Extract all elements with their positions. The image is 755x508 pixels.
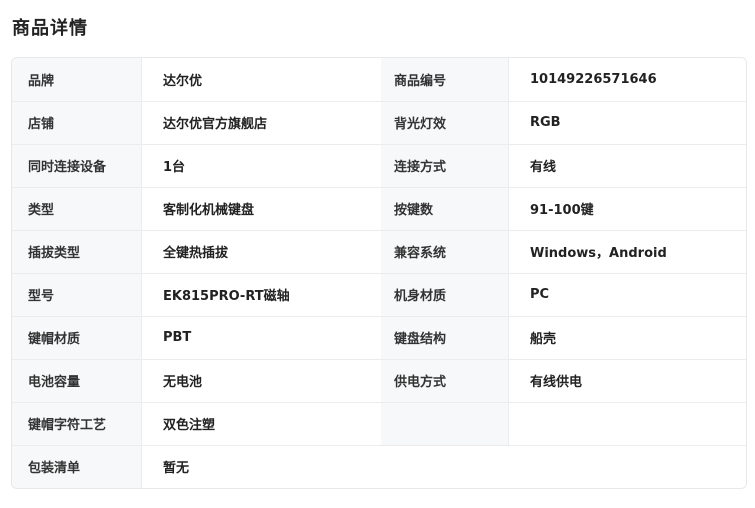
- spec-row: 品牌 达尔优 商品编号 10149226571646: [12, 58, 746, 101]
- row-divider: [12, 273, 746, 274]
- spec-label-connection: 连接方式: [381, 144, 508, 187]
- column-divider: [508, 58, 509, 445]
- row-divider: [12, 187, 746, 188]
- spec-value-package: 暂无: [141, 445, 746, 488]
- spec-label-structure: 键盘结构: [381, 316, 508, 359]
- spec-row: 包装清单 暂无: [12, 445, 746, 488]
- row-divider: [12, 101, 746, 102]
- spec-label-keycap-process: 键帽字符工艺: [12, 402, 141, 445]
- spec-label-model: 型号: [12, 273, 141, 316]
- spec-value-model: EK815PRO-RT磁轴: [141, 273, 381, 316]
- row-divider: [12, 402, 746, 403]
- spec-row: 电池容量 无电池 供电方式 有线供电: [12, 359, 746, 402]
- spec-label-os: 兼容系统: [381, 230, 508, 273]
- spec-label-type: 类型: [12, 187, 141, 230]
- row-divider: [12, 316, 746, 317]
- spec-value-os: Windows，Android: [508, 230, 746, 273]
- spec-row: 型号 EK815PRO-RT磁轴 机身材质 PC: [12, 273, 746, 316]
- spec-value-body-material: PC: [508, 273, 746, 316]
- page-title: 商品详情: [12, 18, 88, 39]
- spec-label-body-material: 机身材质: [381, 273, 508, 316]
- spec-value-backlight: RGB: [508, 101, 746, 144]
- spec-value-power: 有线供电: [508, 359, 746, 402]
- spec-label-battery: 电池容量: [12, 359, 141, 402]
- spec-value-product-id: 10149226571646: [508, 58, 746, 101]
- spec-label-brand: 品牌: [12, 58, 141, 101]
- spec-value-connection: 有线: [508, 144, 746, 187]
- spec-label-devices: 同时连接设备: [12, 144, 141, 187]
- spec-value-battery: 无电池: [141, 359, 381, 402]
- row-divider: [12, 230, 746, 231]
- spec-value-keycap-material: PBT: [141, 316, 381, 359]
- spec-value-key-count: 91-100键: [508, 187, 746, 230]
- spec-label-store: 店铺: [12, 101, 141, 144]
- spec-value-devices: 1台: [141, 144, 381, 187]
- spec-label-keycap-material: 键帽材质: [12, 316, 141, 359]
- spec-row: 同时连接设备 1台 连接方式 有线: [12, 144, 746, 187]
- spec-label-hotswap: 插拔类型: [12, 230, 141, 273]
- spec-row: 类型 客制化机械键盘 按键数 91-100键: [12, 187, 746, 230]
- spec-label-backlight: 背光灯效: [381, 101, 508, 144]
- spec-value-structure: 船壳: [508, 316, 746, 359]
- spec-label-empty: [381, 402, 508, 445]
- spec-value-keycap-process: 双色注塑: [141, 402, 381, 445]
- spec-label-package: 包装清单: [12, 445, 141, 488]
- spec-row: 键帽字符工艺 双色注塑: [12, 402, 746, 445]
- spec-value-type: 客制化机械键盘: [141, 187, 381, 230]
- column-divider: [141, 58, 142, 488]
- spec-label-power: 供电方式: [381, 359, 508, 402]
- spec-label-product-id: 商品编号: [381, 58, 508, 101]
- row-divider: [12, 359, 746, 360]
- spec-row: 插拔类型 全键热插拔 兼容系统 Windows，Android: [12, 230, 746, 273]
- spec-value-empty: [508, 402, 746, 445]
- row-divider: [12, 144, 746, 145]
- spec-value-store: 达尔优官方旗舰店: [141, 101, 381, 144]
- spec-value-hotswap: 全键热插拔: [141, 230, 381, 273]
- row-divider: [12, 445, 746, 446]
- spec-row: 店铺 达尔优官方旗舰店 背光灯效 RGB: [12, 101, 746, 144]
- spec-label-key-count: 按键数: [381, 187, 508, 230]
- spec-row: 键帽材质 PBT 键盘结构 船壳: [12, 316, 746, 359]
- spec-table: 品牌 达尔优 商品编号 10149226571646 店铺 达尔优官方旗舰店 背…: [11, 57, 747, 489]
- spec-value-brand: 达尔优: [141, 58, 381, 101]
